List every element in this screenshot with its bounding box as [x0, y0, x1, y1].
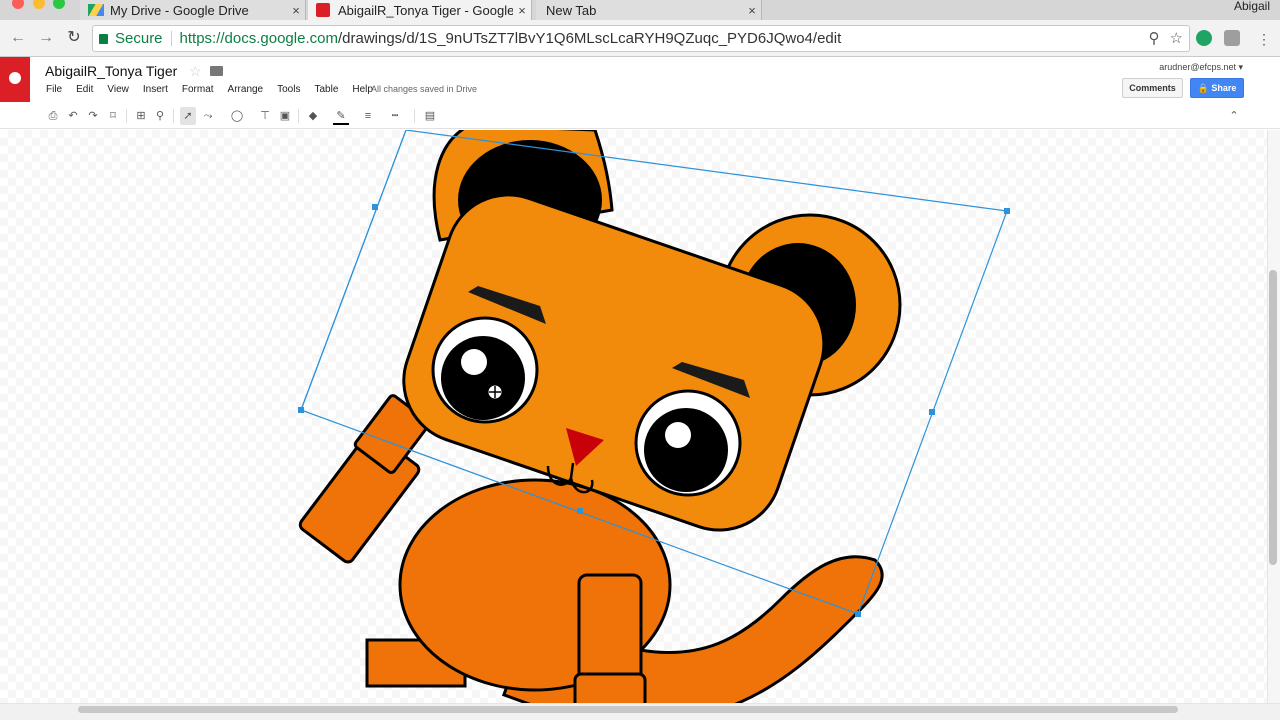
- menu-help[interactable]: Help: [352, 84, 373, 95]
- comment-icon[interactable]: ▤: [422, 107, 438, 125]
- toolbar-divider: [173, 109, 174, 123]
- collapse-toolbar-icon[interactable]: ⌃: [1226, 107, 1242, 125]
- move-cursor-icon: [487, 384, 503, 400]
- lock-icon: [99, 33, 108, 44]
- vertical-scroll-thumb[interactable]: [1269, 270, 1277, 565]
- folder-icon[interactable]: [210, 66, 223, 76]
- toolbar-divider: [126, 109, 127, 123]
- tab-title: My Drive - Google Drive: [110, 2, 249, 18]
- menu-tools[interactable]: Tools: [277, 84, 300, 95]
- line-color-icon[interactable]: ✎: [333, 107, 349, 125]
- tab-my-drive[interactable]: My Drive - Google Drive ×: [80, 0, 306, 20]
- tab-title: AbigailR_Tonya Tiger - Google: [338, 2, 513, 18]
- toolbar-divider: [414, 109, 415, 123]
- url-host: https://docs.google.com: [179, 30, 338, 47]
- url-text[interactable]: https://docs.google.com/drawings/d/1S_9n…: [180, 30, 842, 47]
- menu-table[interactable]: Table: [314, 84, 338, 95]
- drawings-logo[interactable]: [0, 57, 30, 102]
- tiger-paw[interactable]: [573, 672, 647, 703]
- browser-menu-icon[interactable]: ⋮: [1254, 29, 1274, 49]
- star-icon[interactable]: ☆: [189, 63, 202, 80]
- close-tab-icon[interactable]: ×: [513, 3, 531, 18]
- forward-icon[interactable]: →: [36, 28, 56, 48]
- tiger-left-eye[interactable]: [431, 316, 539, 424]
- tab-drawing[interactable]: AbigailR_Tonya Tiger - Google ×: [308, 0, 532, 20]
- logo-mark: [9, 72, 21, 84]
- menu-insert[interactable]: Insert: [143, 84, 168, 95]
- drawing-canvas[interactable]: [0, 130, 1267, 703]
- menu-view[interactable]: View: [107, 84, 129, 95]
- toolbar-divider: [298, 109, 299, 123]
- extension-icon[interactable]: [1224, 30, 1240, 46]
- drive-icon: [88, 4, 104, 16]
- tiger-right-eye[interactable]: [634, 389, 742, 497]
- menu-bar: File Edit View Insert Format Arrange Too…: [46, 84, 387, 95]
- zoom-icon[interactable]: ⚲: [152, 107, 168, 125]
- redo-icon[interactable]: ↷: [85, 107, 101, 125]
- back-icon[interactable]: ←: [8, 28, 28, 48]
- share-button[interactable]: 🔒 Share: [1190, 78, 1244, 98]
- select-cursor-icon[interactable]: ➚: [180, 107, 196, 125]
- tab-title: New Tab: [546, 2, 597, 18]
- menu-edit[interactable]: Edit: [76, 84, 93, 95]
- zoom-icon[interactable]: ⚲: [1149, 29, 1160, 47]
- print-icon[interactable]: ⎙: [45, 107, 61, 125]
- line-weight-icon[interactable]: ≡: [360, 107, 376, 125]
- save-status[interactable]: All changes saved in Drive: [371, 84, 477, 94]
- text-box-icon[interactable]: ⊤: [257, 107, 273, 125]
- shape-tool-icon[interactable]: ◯: [229, 107, 245, 125]
- account-email[interactable]: arudner@efcps.net ▾: [1159, 62, 1243, 73]
- bookmark-star-icon[interactable]: ☆: [1170, 29, 1183, 47]
- zoom-fit-icon[interactable]: ⊞: [133, 107, 149, 125]
- undo-icon[interactable]: ↶: [65, 107, 81, 125]
- image-icon[interactable]: ▣: [277, 107, 293, 125]
- line-dash-icon[interactable]: ┅: [387, 107, 403, 125]
- url-path: /drawings/d/1S_9nUTsZT7lBvY1Q6MLscLcaRYH…: [337, 30, 842, 47]
- tab-new-tab[interactable]: New Tab ×: [536, 0, 762, 20]
- extension-icon[interactable]: [1196, 30, 1212, 46]
- drawings-icon: [316, 3, 330, 17]
- line-tool-icon[interactable]: ⤳: [200, 107, 216, 125]
- secure-indicator[interactable]: Secure: [99, 30, 163, 47]
- menu-format[interactable]: Format: [182, 84, 214, 95]
- comments-button[interactable]: Comments: [1122, 78, 1183, 98]
- omnibox-divider: [170, 31, 172, 46]
- menu-file[interactable]: File: [46, 84, 62, 95]
- close-tab-icon[interactable]: ×: [743, 3, 761, 18]
- document-title[interactable]: AbigailR_Tonya Tiger: [45, 63, 177, 79]
- menu-arrange[interactable]: Arrange: [228, 84, 264, 95]
- secure-label: Secure: [115, 30, 163, 47]
- close-tab-icon[interactable]: ×: [287, 3, 305, 18]
- tiger-drawing[interactable]: [0, 130, 1267, 703]
- horizontal-scroll-thumb[interactable]: [78, 706, 1178, 713]
- paint-format-icon[interactable]: ⌑: [105, 107, 121, 125]
- profile-name[interactable]: Abigail: [1234, 0, 1270, 20]
- address-bar[interactable]: Secure https://docs.google.com/drawings/…: [92, 25, 1190, 52]
- reload-icon[interactable]: ↻: [64, 28, 84, 48]
- fill-color-icon[interactable]: ◆: [305, 107, 321, 125]
